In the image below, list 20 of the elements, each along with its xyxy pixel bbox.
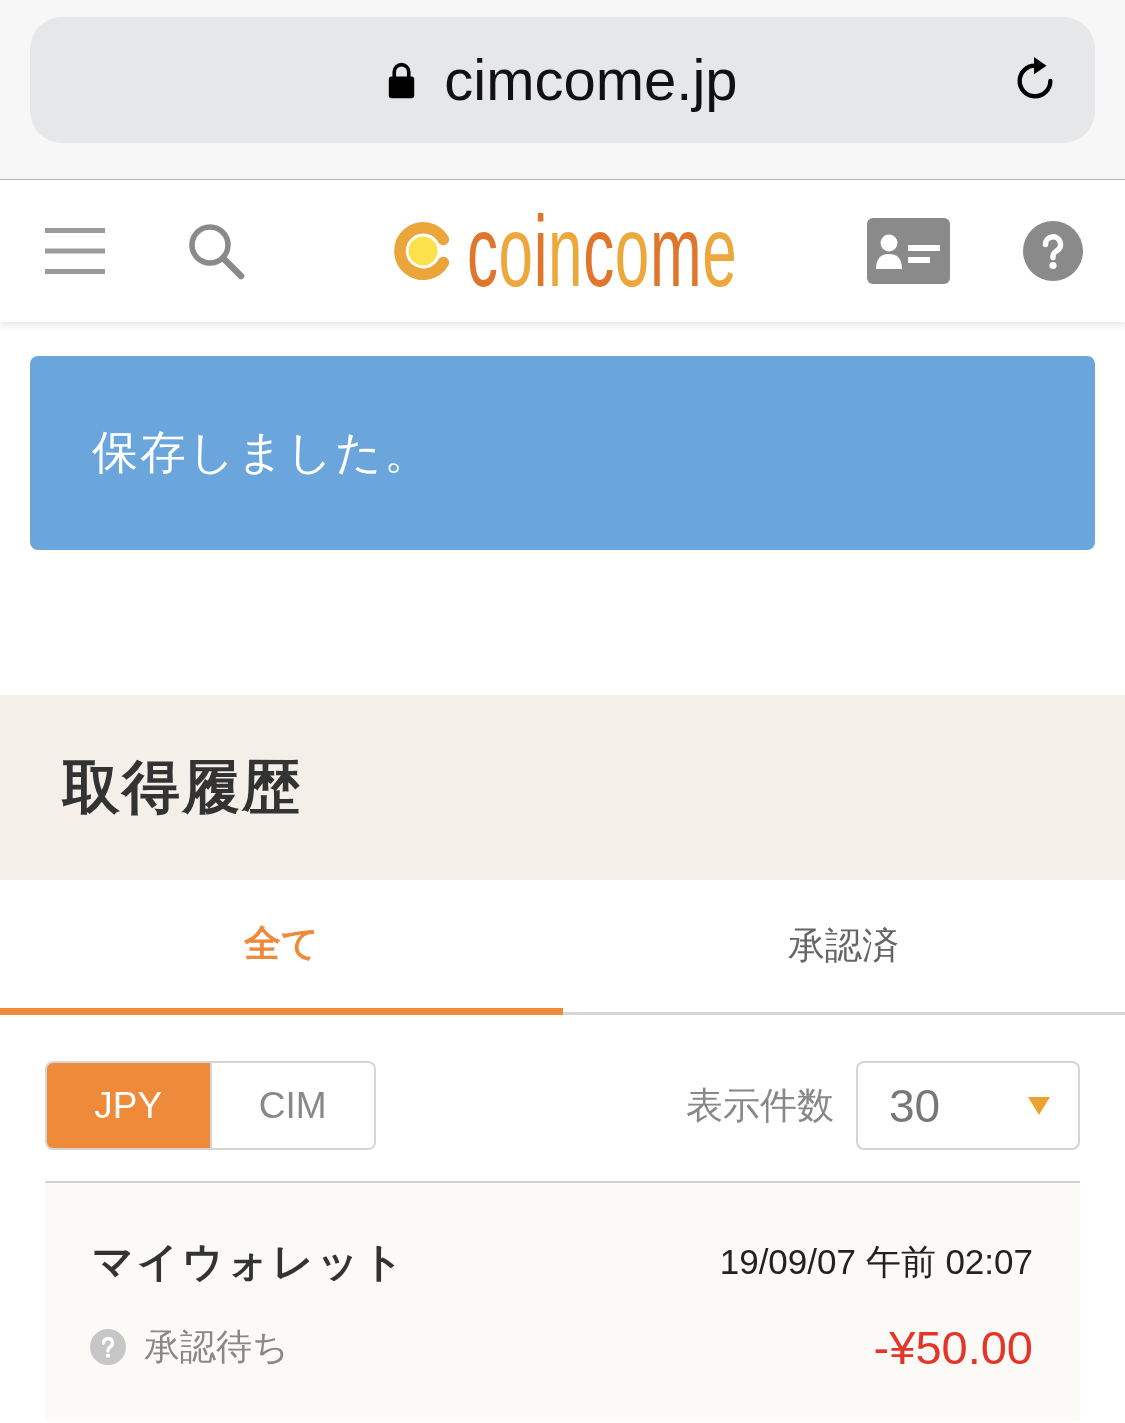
currency-option[interactable]: CIM <box>209 1063 374 1148</box>
wallet-name: マイウォレット <box>92 1237 407 1287</box>
caret-icon <box>1028 1096 1050 1115</box>
search-icon[interactable] <box>187 222 245 280</box>
per-page-select[interactable]: 30 <box>856 1061 1080 1150</box>
question-circle-icon <box>90 1329 126 1365</box>
per-page-label: 表示件数 <box>686 1083 834 1128</box>
address-bar[interactable]: cimcome.jp <box>30 17 1095 143</box>
history-card[interactable]: マイウォレット 19/09/07 午前 02:07 承認待ち -¥50.00 <box>45 1183 1080 1421</box>
transaction-date: 19/09/07 午前 02:07 <box>719 1240 1033 1283</box>
alert-message: 保存しました。 <box>92 425 432 480</box>
currency-option[interactable]: JPY <box>47 1063 210 1148</box>
help-icon[interactable] <box>1023 221 1083 281</box>
lock-icon <box>387 60 417 100</box>
status-text: 承認待ち <box>144 1324 289 1369</box>
logo-text[interactable]: coincome <box>467 201 738 301</box>
amount-text: -¥50.00 <box>873 1319 1033 1375</box>
menu-icon[interactable] <box>45 228 105 274</box>
section-title: 取得履歴 <box>62 752 302 821</box>
id-card-icon[interactable] <box>867 218 950 284</box>
